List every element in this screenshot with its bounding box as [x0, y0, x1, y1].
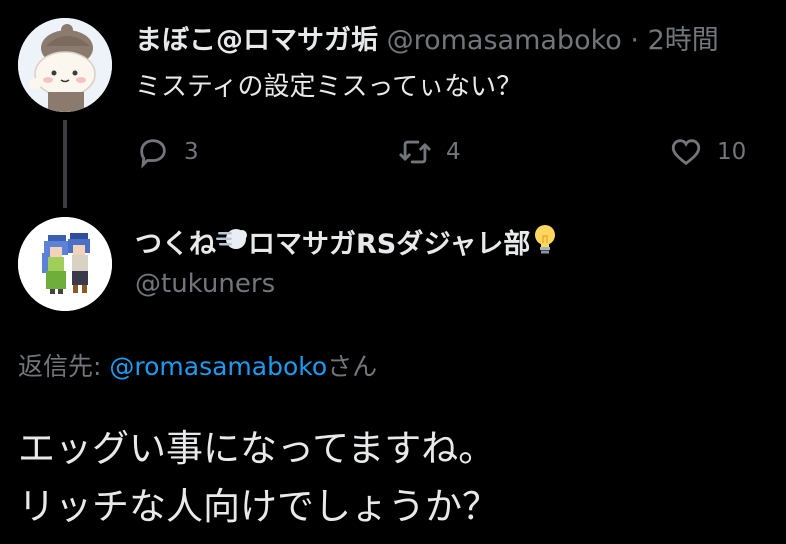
reply-icon [136, 135, 170, 169]
parent-timestamp[interactable]: 2時間 [648, 25, 719, 56]
thread-connector-line [63, 120, 67, 208]
lightbulb-emoji [530, 222, 560, 267]
parent-avatar[interactable] [18, 18, 112, 112]
reply-avatar[interactable] [18, 217, 112, 311]
reply-text-line: リッチな人向けでしょうか？ [18, 485, 499, 528]
tweet-thread: まぼこ@ロマサガ垢 @romasamaboko · 2時間 ミスティの設定ミスっ… [0, 0, 786, 544]
reply-count: 3 [184, 139, 199, 165]
reply-display-name-prefix: つくね [135, 228, 216, 260]
parent-avatar-image [18, 18, 112, 112]
like-button[interactable]: 10 [669, 132, 746, 172]
retweet-count: 4 [446, 139, 461, 165]
like-icon [669, 135, 703, 169]
replying-to: 返信先: @romasamabokoさん [18, 348, 377, 386]
reply-button[interactable]: 3 [136, 132, 199, 172]
replying-to-suffix: さん [327, 352, 378, 381]
replying-to-prefix: 返信先: [18, 352, 110, 381]
reply-text-line: エッグい事になってますね。 [18, 427, 496, 470]
parent-handle[interactable]: @romasamaboko [387, 25, 622, 56]
separator-dot: · [630, 25, 639, 56]
parent-tweet-text: ミスティの設定ミスってぃない？ [135, 72, 523, 102]
reply-display-name: ロマサガRSダジャレ部 [248, 228, 531, 260]
parent-display-name[interactable]: まぼこ@ロマサガ垢 [135, 25, 378, 56]
retweet-button[interactable]: 4 [398, 132, 461, 172]
reply-avatar-image [18, 217, 112, 311]
dash-emoji [216, 225, 248, 264]
reply-tweet-text: エッグい事になってますね。 リッチな人向けでしょうか？ [18, 420, 499, 536]
replying-to-mention[interactable]: @romasamaboko [109, 352, 327, 381]
reply-header[interactable]: つくね ロマサガRSダジャレ部 [135, 222, 560, 267]
parent-header: まぼこ@ロマサガ垢 @romasamaboko · 2時間 [135, 22, 719, 60]
like-count: 10 [717, 139, 747, 165]
reply-handle[interactable]: @tukuners [135, 265, 275, 303]
retweet-icon [398, 135, 432, 169]
